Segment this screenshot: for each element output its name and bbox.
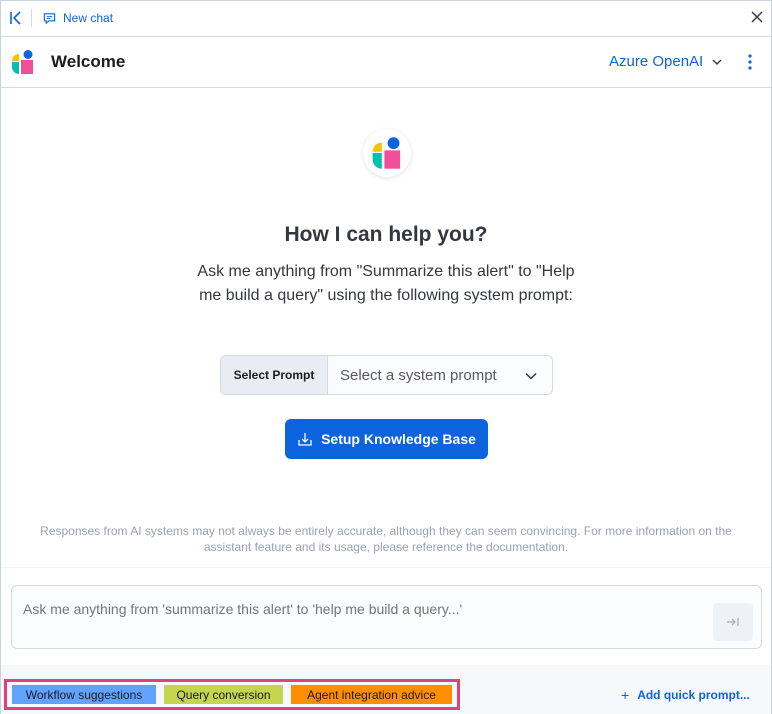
welcome-description: Ask me anything from "Summarize this ale… xyxy=(197,263,575,304)
send-button[interactable] xyxy=(713,603,753,641)
top-bar: New chat xyxy=(1,1,771,37)
add-quick-prompt-label: Add quick prompt... xyxy=(637,688,750,702)
send-icon xyxy=(727,618,739,626)
chevron-down-icon xyxy=(525,372,537,380)
system-prompt-select: Select Prompt Select a system prompt xyxy=(220,355,553,395)
chat-input-container xyxy=(11,585,762,649)
download-icon xyxy=(298,433,312,446)
assistant-flyout: New chat Welcome Azure OpenAI How I can … xyxy=(0,0,772,714)
close-icon[interactable] xyxy=(749,9,765,25)
topbar-divider xyxy=(31,9,32,27)
footer-divider xyxy=(1,567,771,568)
setup-knowledge-base-button[interactable]: Setup Knowledge Base xyxy=(285,419,488,459)
new-chat-button[interactable]: New chat xyxy=(43,9,113,27)
new-chat-label: New chat xyxy=(63,11,114,25)
more-options-icon[interactable] xyxy=(743,52,757,72)
assistant-avatar xyxy=(363,129,411,177)
system-prompt-dropdown[interactable]: Select a system prompt xyxy=(328,356,552,394)
chat-bubble-icon xyxy=(43,12,56,24)
conversation-header: Welcome Azure OpenAI xyxy=(1,38,771,88)
add-quick-prompt-button[interactable]: + Add quick prompt... xyxy=(621,687,750,703)
ai-assistant-logo-icon xyxy=(12,50,33,74)
system-prompt-placeholder: Select a system prompt xyxy=(340,366,497,384)
ai-disclaimer: Responses from AI systems may not always… xyxy=(40,524,732,554)
chevron-down-icon xyxy=(712,59,722,65)
quick-prompt-query-conversion[interactable]: Query conversion xyxy=(164,685,283,704)
welcome-heading: How I can help you? xyxy=(284,223,488,246)
quick-prompt-workflow-suggestions[interactable]: Workflow suggestions xyxy=(12,685,156,704)
connector-selector[interactable]: Azure OpenAI xyxy=(609,53,723,70)
chat-input[interactable] xyxy=(23,601,663,617)
setup-knowledge-base-label: Setup Knowledge Base xyxy=(321,431,476,447)
collapse-panel-icon[interactable] xyxy=(7,9,25,27)
plus-icon: + xyxy=(621,687,630,703)
conversation-title: Welcome xyxy=(51,52,126,71)
quick-prompt-agent-integration-advice[interactable]: Agent integration advice xyxy=(291,685,452,704)
connector-label: Azure OpenAI xyxy=(609,53,704,70)
ai-assistant-logo-icon xyxy=(372,137,401,169)
select-prompt-label: Select Prompt xyxy=(221,356,328,394)
